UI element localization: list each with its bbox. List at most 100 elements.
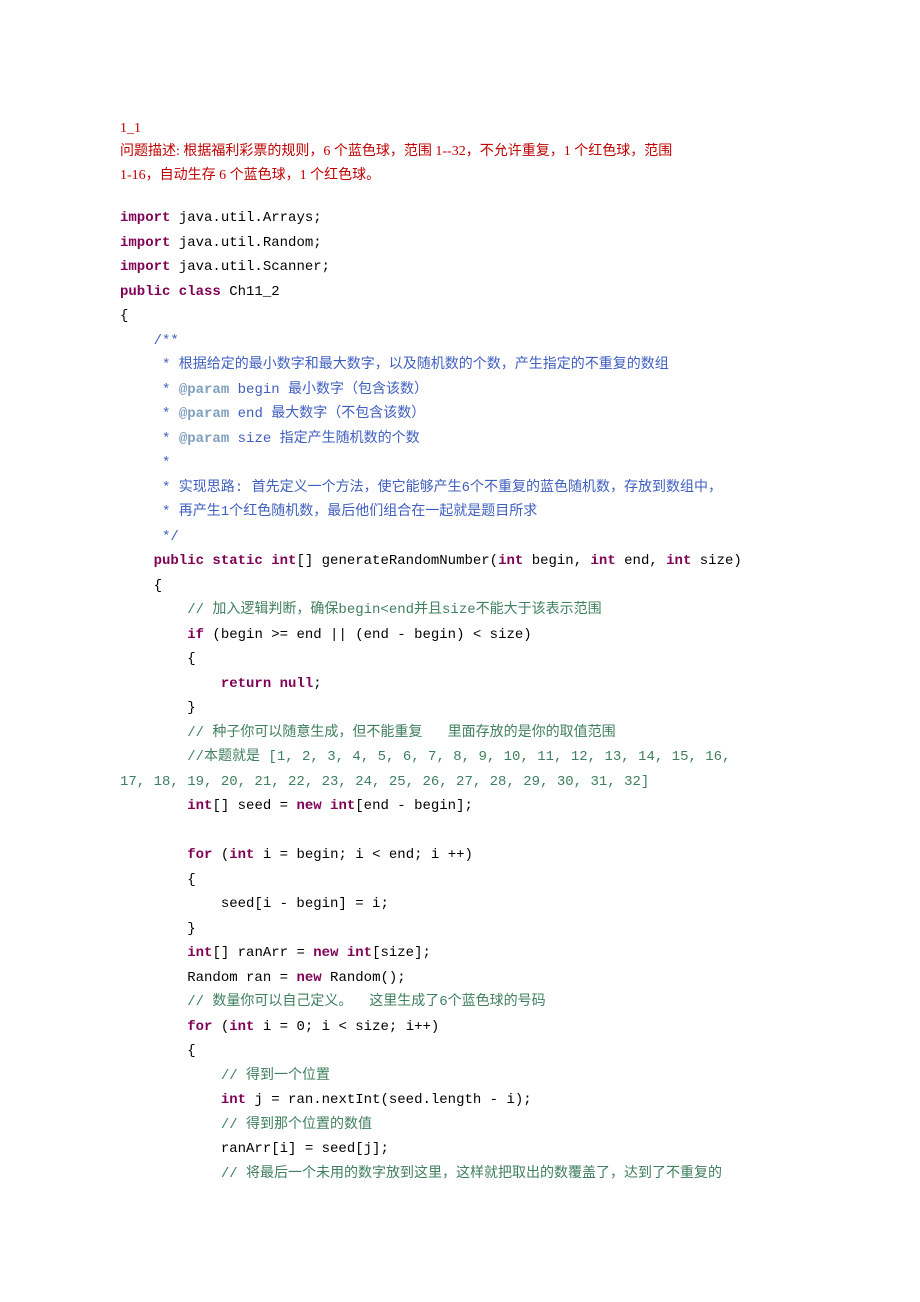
code-text: size) (691, 553, 741, 569)
keyword: new int (296, 798, 355, 814)
code-text: Random ran = (120, 970, 296, 986)
comment: // 种子你可以随意生成，但不能重复 里面存放的是你的取值范围 (120, 725, 616, 741)
jdoc-text: 最小数字（包含该数） (280, 382, 428, 398)
brace: { (120, 651, 196, 667)
comment: 17, 18, 19, 20, 21, 22, 23, 24, 25, 26, … (120, 774, 649, 790)
brace: } (120, 921, 196, 937)
javadoc-line: * (120, 455, 170, 471)
javadoc-open: /** (120, 333, 179, 349)
section-label: 1_1 (120, 118, 800, 139)
desc-part: 6 个蓝色球，范围 1--32，不允许重复，1 个红色球，范围 (323, 144, 672, 159)
jdoc-param: begin (229, 382, 279, 398)
jdoc-prefix: * (120, 382, 179, 398)
code-text: [size]; (372, 945, 431, 961)
code-text: i = begin; i < end; i ++) (254, 847, 472, 863)
keyword: new (296, 970, 321, 986)
class-name: Ch11_2 (221, 284, 280, 300)
keyword-import: import (120, 210, 170, 226)
indent (120, 847, 187, 863)
keyword: int (187, 798, 212, 814)
code-text: java.util.Arrays; (170, 210, 321, 226)
jdoc-tag: @param (179, 431, 229, 447)
keyword: for (187, 1019, 212, 1035)
javadoc-line: * 再产生1个红色随机数，最后他们组合在一起就是题目所求 (120, 504, 537, 520)
keyword: for (187, 847, 212, 863)
problem-description-line1: 问题描述: 根据福利彩票的规则，6 个蓝色球，范围 1--32，不允许重复，1 … (120, 141, 800, 163)
code-text: [] ranArr = (212, 945, 313, 961)
keyword: return null (221, 676, 313, 692)
keyword-class: public class (120, 284, 221, 300)
indent (120, 676, 221, 692)
jdoc-text: 指定产生随机数的个数 (271, 431, 419, 447)
comment: // 加入逻辑判断，确保begin<end并且size不能大于该表示范围 (120, 602, 602, 618)
javadoc-line: * @param end 最大数字（不包含该数） (120, 406, 425, 422)
indent (120, 798, 187, 814)
keyword: int (666, 553, 691, 569)
code-text: j = ran.nextInt(seed.length - i); (246, 1092, 532, 1108)
brace: { (120, 308, 128, 324)
keyword: int (221, 1092, 246, 1108)
code-text: (begin >= end || (end - begin) < size) (204, 627, 532, 643)
code-line: Random ran = new Random(); (120, 970, 406, 986)
code-line: return null; (120, 676, 322, 692)
jdoc-param: size (229, 431, 271, 447)
code-text: java.util.Scanner; (170, 259, 330, 275)
indent (120, 945, 187, 961)
keyword-import: import (120, 259, 170, 275)
indent (120, 627, 187, 643)
code-text: ; (313, 676, 321, 692)
jdoc-prefix: * (120, 406, 179, 422)
code-text: ( (212, 1019, 229, 1035)
javadoc-line: * 根据给定的最小数字和最大数字，以及随机数的个数，产生指定的不重复的数组 (120, 357, 669, 373)
keyword: int (229, 1019, 254, 1035)
jdoc-tag: @param (179, 406, 229, 422)
jdoc-tag: @param (179, 382, 229, 398)
comment: // 数量你可以自己定义。 这里生成了6个蓝色球的号码 (120, 994, 546, 1010)
jdoc-param: end (229, 406, 263, 422)
keyword-import: import (120, 235, 170, 251)
code-text: [] generateRandomNumber( (296, 553, 498, 569)
brace: } (120, 700, 196, 716)
code-line: for (int i = 0; i < size; i++) (120, 1019, 439, 1035)
code-text: begin, (523, 553, 590, 569)
code-line: if (begin >= end || (end - begin) < size… (120, 627, 532, 643)
indent (120, 1019, 187, 1035)
indent (120, 1092, 221, 1108)
comment: // 得到那个位置的数值 (120, 1117, 372, 1133)
code-text: [] seed = (212, 798, 296, 814)
keyword: int (187, 945, 212, 961)
comment: // 将最后一个未用的数字放到这里，这样就把取出的数覆盖了，达到了不重复的 (120, 1166, 722, 1182)
code-text: Random(); (322, 970, 406, 986)
code-line: int[] seed = new int[end - begin]; (120, 798, 473, 814)
indent (120, 553, 154, 569)
comment: // 得到一个位置 (120, 1068, 330, 1084)
code-line: ranArr[i] = seed[j]; (120, 1141, 389, 1157)
javadoc-line: * 实现思路: 首先定义一个方法，使它能够产生6个不重复的蓝色随机数，存放到数组… (120, 480, 722, 496)
keyword: int (229, 847, 254, 863)
keyword: new int (313, 945, 372, 961)
document-page: 1_1 问题描述: 根据福利彩票的规则，6 个蓝色球，范围 1--32，不允许重… (0, 0, 920, 1302)
code-line: seed[i - begin] = i; (120, 896, 389, 912)
javadoc-close: */ (120, 529, 179, 545)
keyword: int (591, 553, 616, 569)
brace: { (120, 872, 196, 888)
javadoc-line: * @param begin 最小数字（包含该数） (120, 382, 428, 398)
keyword: int (498, 553, 523, 569)
code-text: i = 0; i < size; i++) (254, 1019, 439, 1035)
code-line: int j = ran.nextInt(seed.length - i); (120, 1092, 532, 1108)
keyword: public static int (154, 553, 297, 569)
code-text: java.util.Random; (170, 235, 321, 251)
method-sig: public static int[] generateRandomNumber… (120, 553, 742, 569)
code-line: int[] ranArr = new int[size]; (120, 945, 431, 961)
brace: { (120, 1043, 196, 1059)
code-text: [end - begin]; (355, 798, 473, 814)
javadoc-line: * @param size 指定产生随机数的个数 (120, 431, 420, 447)
code-block: import java.util.Arrays; import java.uti… (120, 206, 800, 1186)
problem-description-line2: 1-16，自动生存 6 个蓝色球，1 个红色球。 (120, 165, 800, 187)
code-text: end, (616, 553, 666, 569)
code-text: ( (212, 847, 229, 863)
desc-part: 问题描述: 根据福利彩票的规则， (120, 144, 323, 159)
code-line: for (int i = begin; i < end; i ++) (120, 847, 473, 863)
jdoc-text: 最大数字（不包含该数） (263, 406, 425, 422)
brace: { (120, 578, 162, 594)
